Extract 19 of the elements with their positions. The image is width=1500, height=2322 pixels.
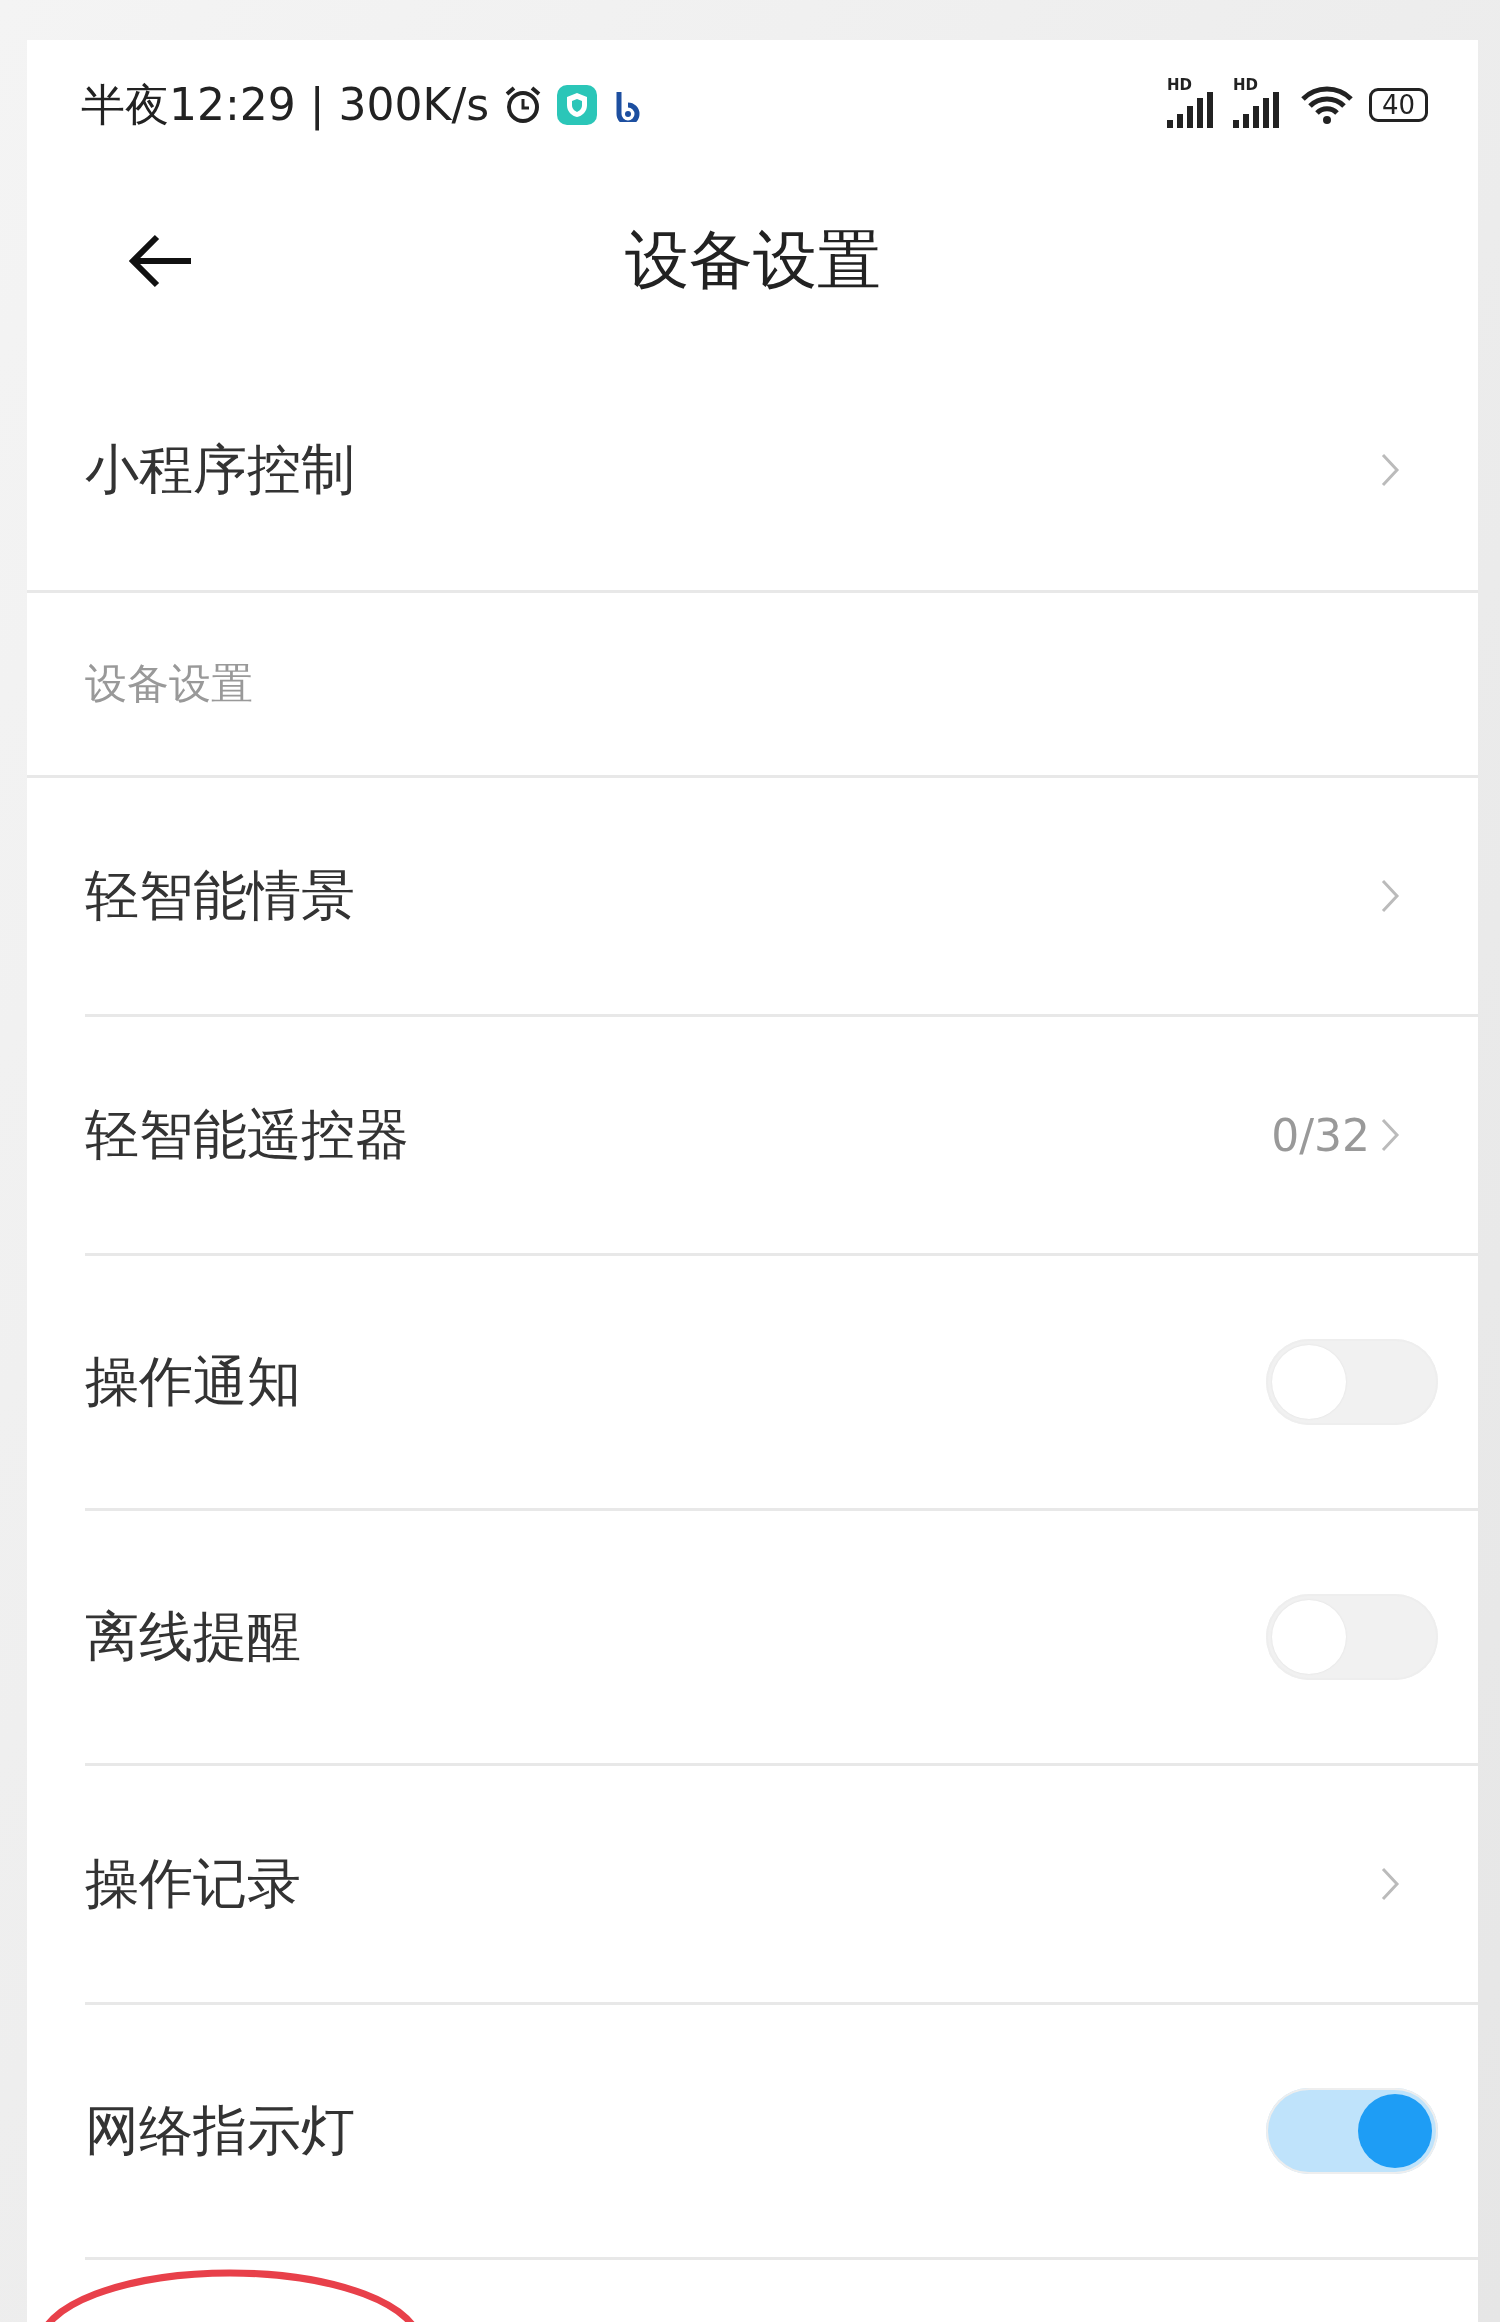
- hd-label: HD: [1232, 76, 1258, 94]
- chevron-icon: [1380, 1117, 1400, 1153]
- setting-label: 网络指示灯: [85, 2097, 356, 2164]
- setting-label: 操作通知: [85, 1348, 302, 1415]
- settings-item[interactable]: 轻智能情景: [85, 778, 1478, 1017]
- settings-item[interactable]: 小程序控制: [27, 350, 1478, 593]
- page-title: 设备设置: [624, 221, 881, 299]
- shield-app-icon: [557, 85, 598, 125]
- setting-label: 离线提醒: [85, 1603, 302, 1670]
- battery-indicator: 40: [1368, 88, 1428, 122]
- settings-item[interactable]: 轻智能遥控器 0/32: [85, 1017, 1478, 1256]
- chevron-icon: [1380, 1866, 1400, 1902]
- section-header: 设备设置: [85, 658, 253, 710]
- back-arrow-icon[interactable]: [127, 234, 193, 288]
- status-time: 半夜12:29 | 300K/s: [81, 77, 490, 133]
- chevron-icon: [1380, 878, 1400, 914]
- settings-item[interactable]: 操作记录: [85, 1766, 1478, 2005]
- hd-label: HD: [1166, 76, 1192, 94]
- chevron-icon: [1380, 452, 1400, 488]
